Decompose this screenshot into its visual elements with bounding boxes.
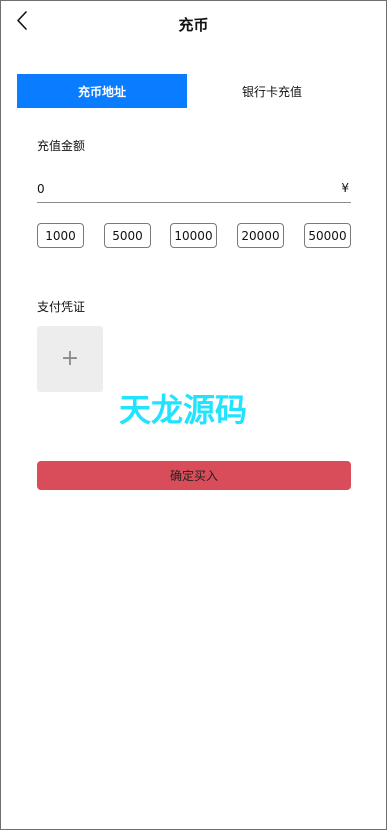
- preset-amount-20000[interactable]: 20000: [237, 223, 284, 248]
- preset-amount-50000[interactable]: 50000: [304, 223, 351, 248]
- amount-label: 充值金额: [37, 139, 86, 153]
- preset-amount-1000[interactable]: 1000: [37, 223, 84, 248]
- tab-bank-card[interactable]: 银行卡充值: [187, 74, 357, 108]
- tab-bar: 充币地址 银行卡充值: [17, 74, 357, 108]
- watermark-text: 天龙源码: [119, 391, 248, 429]
- upload-proof-button[interactable]: +: [37, 326, 103, 392]
- payment-proof-label: 支付凭证: [37, 300, 86, 314]
- preset-amount-5000[interactable]: 5000: [104, 223, 151, 248]
- header: 充币: [1, 1, 386, 47]
- confirm-buy-button[interactable]: 确定买入: [37, 461, 351, 490]
- page-title: 充币: [178, 16, 209, 34]
- amount-field-row: ¥: [37, 177, 351, 203]
- plus-icon: +: [60, 346, 80, 371]
- preset-amounts: 1000 5000 10000 20000 50000: [37, 223, 351, 248]
- amount-input[interactable]: [37, 179, 317, 199]
- tab-deposit-address[interactable]: 充币地址: [17, 74, 187, 108]
- app-screen: 充币 充币地址 银行卡充值 充值金额 ¥ 1000 5000 10000 200…: [0, 0, 387, 830]
- preset-amount-10000[interactable]: 10000: [170, 223, 217, 248]
- currency-symbol: ¥: [341, 181, 349, 195]
